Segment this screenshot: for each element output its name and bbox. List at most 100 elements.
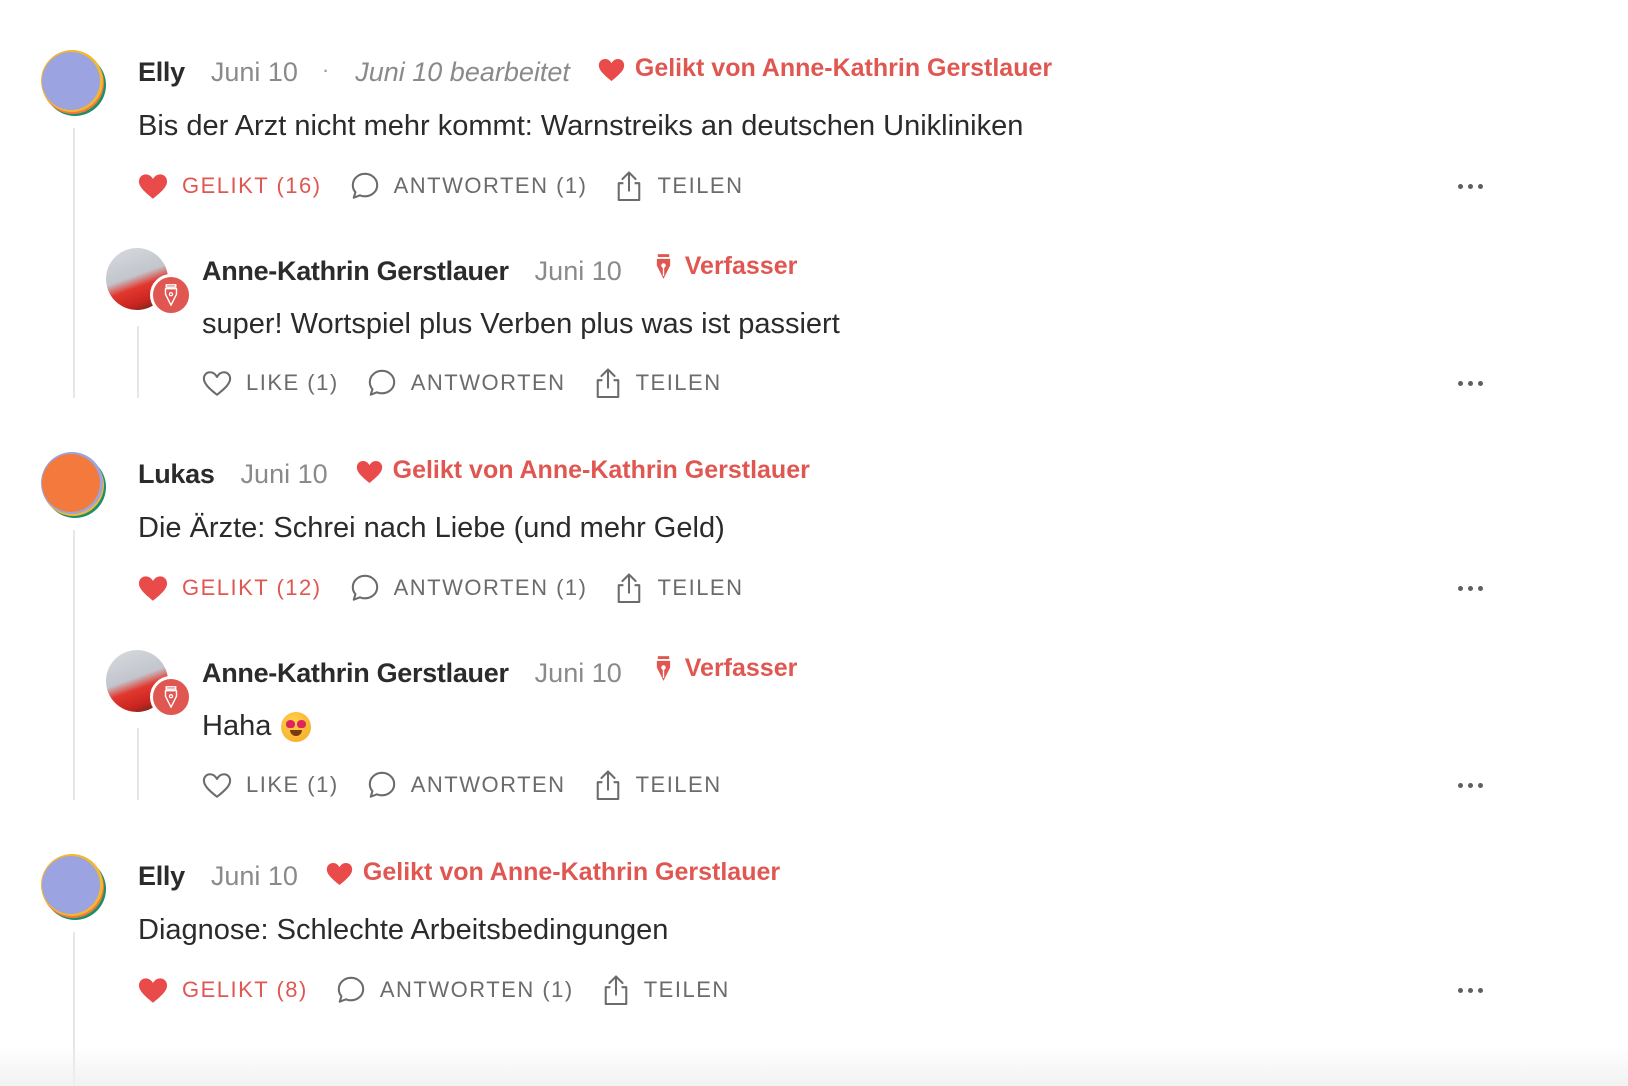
more-options-button[interactable] xyxy=(1458,783,1483,788)
share-label: TEILEN xyxy=(643,977,730,1002)
liked-by-author-badge: Gelikt von Anne-Kathrin Gerstlauer xyxy=(326,858,780,887)
reply-date[interactable]: Juni 10 xyxy=(535,256,622,287)
reply-label: ANTWORTEN (1) xyxy=(379,977,574,1002)
comment-date[interactable]: Juni 10 xyxy=(241,459,328,490)
reply-button[interactable]: ANTWORTEN (1) xyxy=(350,573,588,603)
share-icon xyxy=(602,974,630,1006)
heart-icon xyxy=(326,862,353,886)
avatar[interactable] xyxy=(41,854,108,920)
pen-nib-icon xyxy=(654,655,673,682)
like-button[interactable]: GELIKT (12) xyxy=(138,575,322,602)
comment-date[interactable]: Juni 10 xyxy=(211,57,298,88)
share-button[interactable]: TEILEN xyxy=(594,769,722,801)
pen-nib-icon xyxy=(654,253,673,280)
avatar[interactable] xyxy=(106,650,192,718)
comment-author[interactable]: Elly xyxy=(138,57,185,88)
share-label: TEILEN xyxy=(657,173,744,198)
liked-by-author-badge: Gelikt von Anne-Kathrin Gerstlauer xyxy=(356,456,810,485)
reply-text: Haha xyxy=(202,710,272,742)
more-icon xyxy=(1458,783,1463,788)
thread-line xyxy=(137,728,139,800)
like-label: GELIKT (16) xyxy=(182,173,322,198)
comment-text: Die Ärzte: Schrei nach Liebe (und mehr G… xyxy=(138,512,725,544)
share-label: TEILEN xyxy=(635,772,722,797)
share-button[interactable]: TEILEN xyxy=(602,974,730,1006)
liked-by-label: Gelikt von Anne-Kathrin Gerstlauer xyxy=(392,456,810,484)
heart-icon xyxy=(138,173,168,200)
comment-date[interactable]: Juni 10 xyxy=(211,861,298,892)
share-label: TEILEN xyxy=(657,575,744,600)
more-options-button[interactable] xyxy=(1458,381,1483,386)
avatar[interactable] xyxy=(41,50,108,116)
comment-author[interactable]: Elly xyxy=(138,861,185,892)
more-options-button[interactable] xyxy=(1458,586,1483,591)
reply-label: ANTWORTEN (1) xyxy=(393,173,588,198)
reply-button[interactable]: ANTWORTEN (1) xyxy=(350,171,588,201)
author-badge: Verfasser xyxy=(654,654,798,683)
like-button[interactable]: LIKE (1) xyxy=(202,370,339,397)
reply-text-row: Haha xyxy=(202,710,312,743)
share-button[interactable]: TEILEN xyxy=(615,572,743,604)
comment-icon xyxy=(367,368,397,398)
share-icon xyxy=(594,769,622,801)
separator-dot: · xyxy=(321,56,330,82)
reply-button[interactable]: ANTWORTEN xyxy=(367,770,566,800)
like-button[interactable]: LIKE (1) xyxy=(202,772,339,799)
heart-eyes-emoji-icon xyxy=(281,711,312,742)
heart-icon xyxy=(598,58,625,82)
comment-icon xyxy=(367,770,397,800)
reply-button[interactable]: ANTWORTEN (1) xyxy=(336,975,574,1005)
reply-button[interactable]: ANTWORTEN xyxy=(367,368,566,398)
comment-icon xyxy=(336,975,366,1005)
like-label: LIKE (1) xyxy=(246,370,339,395)
reply-actions: LIKE (1) ANTWORTEN TEILEN xyxy=(202,769,750,801)
liked-by-label: Gelikt von Anne-Kathrin Gerstlauer xyxy=(634,54,1053,82)
comment-text: Diagnose: Schlechte Arbeitsbedingungen xyxy=(138,914,669,946)
heart-icon xyxy=(138,575,168,602)
heart-icon xyxy=(356,460,383,484)
comment-author[interactable]: Lukas xyxy=(138,459,215,490)
more-options-button[interactable] xyxy=(1458,988,1483,993)
like-button[interactable]: GELIKT (8) xyxy=(138,977,308,1004)
share-icon xyxy=(615,170,643,202)
share-icon xyxy=(594,367,622,399)
reply-author[interactable]: Anne-Kathrin Gerstlauer xyxy=(202,256,509,287)
share-label: TEILEN xyxy=(635,370,722,395)
pen-nib-icon xyxy=(164,686,178,708)
share-icon xyxy=(615,572,643,604)
like-label: LIKE (1) xyxy=(246,772,339,797)
comment-actions: GELIKT (8) ANTWORTEN (1) TEILEN xyxy=(138,974,758,1006)
more-options-button[interactable] xyxy=(1458,184,1483,189)
more-icon xyxy=(1458,586,1463,591)
reply-date[interactable]: Juni 10 xyxy=(535,658,622,689)
thread-line xyxy=(73,128,75,398)
reply-label: ANTWORTEN xyxy=(410,370,566,395)
more-icon xyxy=(1458,381,1463,386)
share-button[interactable]: TEILEN xyxy=(615,170,743,202)
heart-outline-icon xyxy=(202,370,232,397)
avatar[interactable] xyxy=(106,248,192,316)
like-button[interactable]: GELIKT (16) xyxy=(138,173,322,200)
liked-by-label: Gelikt von Anne-Kathrin Gerstlauer xyxy=(362,858,781,886)
reply-label: ANTWORTEN (1) xyxy=(393,575,588,600)
avatar[interactable] xyxy=(41,452,108,518)
more-icon xyxy=(1458,184,1463,189)
thread-line xyxy=(73,530,75,800)
heart-icon xyxy=(138,977,168,1004)
like-label: GELIKT (8) xyxy=(182,977,308,1002)
comments-page: Elly Juni 10 · Juni 10 bearbeitet Gelikt… xyxy=(0,0,1628,1086)
more-icon xyxy=(1458,988,1463,993)
reply-label: ANTWORTEN xyxy=(410,772,566,797)
bottom-fade xyxy=(0,1046,1628,1086)
share-button[interactable]: TEILEN xyxy=(594,367,722,399)
comment-icon xyxy=(350,573,380,603)
thread-line xyxy=(137,326,139,398)
author-badge-label: Verfasser xyxy=(684,654,798,682)
comment-text: Bis der Arzt nicht mehr kommt: Warnstrei… xyxy=(138,110,1024,142)
reply-author[interactable]: Anne-Kathrin Gerstlauer xyxy=(202,658,509,689)
comment-actions: GELIKT (12) ANTWORTEN (1) TEILEN xyxy=(138,572,772,604)
heart-outline-icon xyxy=(202,772,232,799)
like-label: GELIKT (12) xyxy=(182,575,322,600)
reply-text: super! Wortspiel plus Verben plus was is… xyxy=(202,308,840,340)
comment-actions: GELIKT (16) ANTWORTEN (1) TEILEN xyxy=(138,170,772,202)
